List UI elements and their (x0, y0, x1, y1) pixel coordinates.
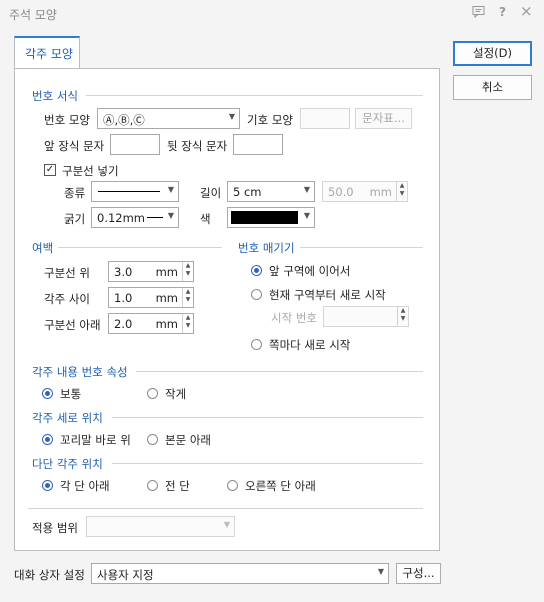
tab-footnote-shape[interactable]: 각주 모양 (14, 36, 80, 68)
margin-between-input[interactable]: 1.0 mm ▲ ▼ (108, 287, 194, 308)
color-swatch (231, 211, 298, 224)
chevron-down-icon: ▼ (167, 185, 174, 194)
scope-select: ▼ (86, 516, 235, 537)
chevron-down-icon: ▼ (303, 185, 310, 194)
radio-small-label: 작게 (165, 387, 187, 401)
radio-continue[interactable] (251, 265, 262, 276)
radio-right-column[interactable] (227, 480, 238, 491)
separator-checkbox-label: 구분선 넣기 (62, 164, 119, 178)
window-title: 주석 모양 (9, 8, 57, 22)
divider (28, 508, 423, 509)
title-bar (0, 0, 544, 28)
color-select[interactable]: ▼ (227, 207, 315, 228)
chevron-down-icon: ▼ (303, 211, 310, 220)
length-label: 길이 (200, 186, 222, 200)
line-type-label: 종류 (64, 186, 86, 200)
radio-all-columns[interactable] (147, 480, 158, 491)
spinner-icon: ▲ ▼ (396, 182, 407, 201)
cancel-button[interactable]: 취소 (453, 75, 532, 100)
radio-new-section[interactable] (251, 289, 262, 300)
margin-between-label: 각주 사이 (44, 292, 90, 306)
radio-below-body-label: 본문 아래 (165, 433, 211, 447)
separator-checkbox[interactable]: ✓ (44, 164, 56, 176)
start-number-input: ▲ ▼ (323, 306, 409, 327)
divider (86, 95, 423, 96)
section-number-attr: 각주 내용 번호 속성 (32, 365, 128, 379)
radio-each-column-label: 각 단 아래 (60, 479, 110, 493)
number-shape-select[interactable]: Ⓐ,Ⓑ,Ⓒ ▼ (97, 108, 240, 129)
help-icon[interactable]: ? (499, 5, 506, 19)
number-shape-value: Ⓐ,Ⓑ,Ⓒ (103, 113, 145, 127)
line-type-preview (98, 191, 160, 192)
radio-each-column[interactable] (42, 480, 53, 491)
margin-above-label: 구분선 위 (44, 266, 90, 280)
tab-label: 각주 모양 (25, 47, 73, 61)
prefix-label: 앞 장식 문자 (44, 139, 105, 153)
length-custom-input: 50.0 mm ▲ ▼ (322, 181, 408, 202)
chevron-down-icon: ▼ (167, 211, 174, 220)
spinner-icon[interactable]: ▲ ▼ (182, 288, 193, 307)
section-margin: 여백 (32, 241, 54, 255)
section-multicolumn: 다단 각주 위치 (32, 457, 103, 471)
margin-above-input[interactable]: 3.0 mm ▲ ▼ (108, 261, 194, 282)
radio-continue-label: 앞 구역에 이어서 (269, 264, 351, 278)
radio-per-page[interactable] (251, 339, 262, 350)
thickness-preview (147, 217, 163, 218)
compose-button[interactable]: 구성... (396, 563, 441, 584)
symbol-shape-label: 기호 모양 (247, 113, 293, 127)
suffix-label: 뒷 장식 문자 (167, 139, 228, 153)
divider (58, 247, 222, 248)
close-icon[interactable]: × (520, 2, 533, 20)
length-value: 5 cm (233, 185, 262, 199)
radio-normal-label: 보통 (60, 387, 82, 401)
spinner-icon: ▲ ▼ (397, 307, 408, 326)
dialog-setting-select[interactable]: 사용자 지정 ▼ (91, 563, 389, 584)
ok-button[interactable]: 설정(D) (453, 41, 532, 66)
radio-normal[interactable] (42, 388, 53, 399)
spinner-icon[interactable]: ▲ ▼ (182, 314, 193, 333)
chevron-down-icon: ▼ (377, 567, 384, 576)
line-type-select[interactable]: ▼ (91, 181, 179, 202)
divider (136, 371, 423, 372)
number-shape-label: 번호 모양 (44, 113, 90, 127)
section-numbering: 번호 매기기 (238, 241, 295, 255)
radio-all-columns-label: 전 단 (165, 479, 190, 493)
thickness-select[interactable]: 0.12mm ▼ (91, 207, 179, 228)
radio-right-column-label: 오른쪽 단 아래 (245, 479, 316, 493)
spinner-icon[interactable]: ▲ ▼ (182, 262, 193, 281)
dialog-setting-label: 대화 상자 설정 (14, 568, 85, 582)
color-label: 색 (200, 212, 211, 226)
symbol-shape-input (300, 108, 350, 129)
divider (300, 247, 423, 248)
radio-below-body[interactable] (147, 434, 158, 445)
divider (112, 417, 423, 418)
chevron-down-icon: ▼ (223, 520, 230, 529)
prefix-input[interactable] (110, 134, 160, 155)
thickness-label: 굵기 (64, 212, 86, 226)
scope-label: 적용 범위 (32, 521, 78, 535)
margin-below-label: 구분선 아래 (44, 318, 101, 332)
start-number-label: 시작 번호 (271, 311, 317, 325)
section-number-format: 번호 서식 (32, 89, 78, 103)
section-vertical-position: 각주 세로 위치 (32, 411, 103, 425)
suffix-input[interactable] (233, 134, 283, 155)
length-select[interactable]: 5 cm ▼ (227, 181, 315, 202)
char-table-button: 문자표... (355, 108, 412, 129)
comment-icon[interactable] (472, 5, 485, 21)
radio-above-footer[interactable] (42, 434, 53, 445)
divider (112, 463, 423, 464)
radio-above-footer-label: 꼬리말 바로 위 (60, 433, 131, 447)
radio-small[interactable] (147, 388, 158, 399)
radio-per-page-label: 쪽마다 새로 시작 (269, 338, 351, 352)
margin-below-input[interactable]: 2.0 mm ▲ ▼ (108, 313, 194, 334)
radio-new-section-label: 현재 구역부터 새로 시작 (269, 288, 386, 302)
thickness-value: 0.12mm (97, 211, 146, 225)
chevron-down-icon: ▼ (228, 112, 235, 121)
